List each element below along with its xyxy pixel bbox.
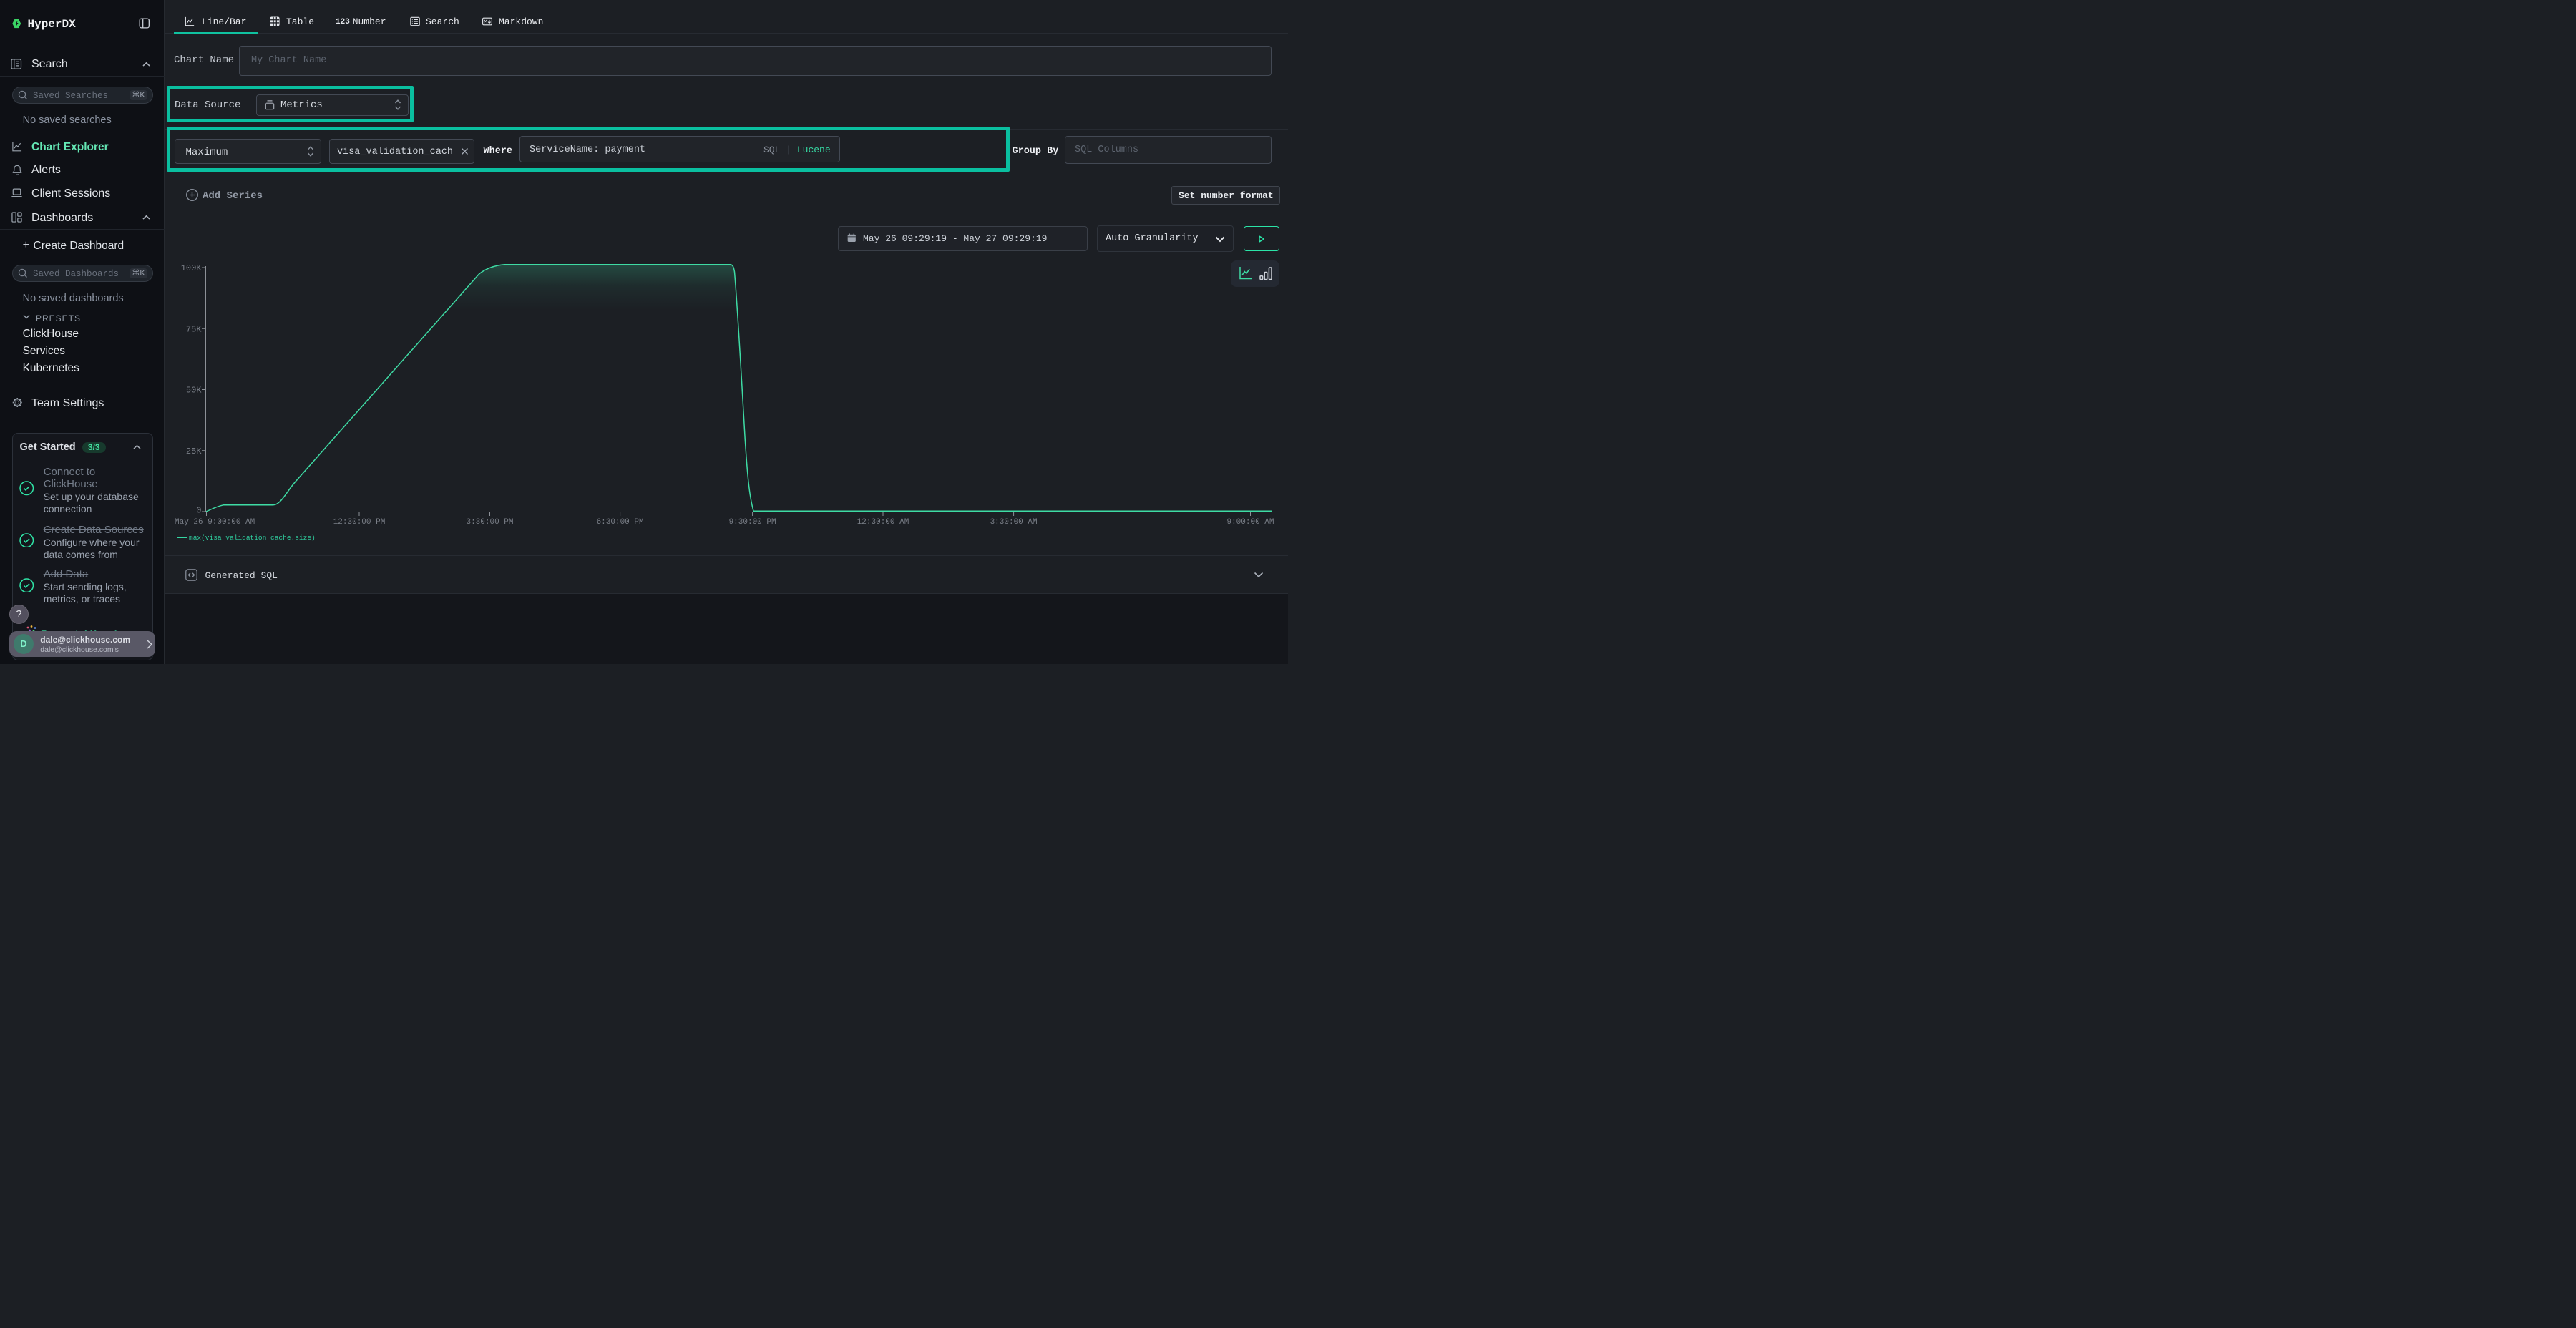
svg-text:0: 0 [196, 506, 201, 516]
svg-text:3:30:00 AM: 3:30:00 AM [990, 518, 1038, 527]
svg-text:6:30:00 PM: 6:30:00 PM [597, 518, 644, 527]
svg-text:9:30:00 PM: 9:30:00 PM [729, 518, 776, 527]
svg-text:3:30:00 PM: 3:30:00 PM [466, 518, 513, 527]
svg-text:50K: 50K [186, 386, 202, 396]
svg-text:75K: 75K [186, 324, 202, 334]
svg-text:12:30:00 AM: 12:30:00 AM [857, 518, 909, 527]
svg-text:9:00:00 AM: 9:00:00 AM [1226, 518, 1274, 527]
svg-text:12:30:00 PM: 12:30:00 PM [333, 518, 386, 527]
svg-text:100K: 100K [181, 263, 203, 273]
svg-text:25K: 25K [186, 446, 202, 456]
svg-text:May 26 9:00:00 AM: May 26 9:00:00 AM [175, 518, 255, 527]
